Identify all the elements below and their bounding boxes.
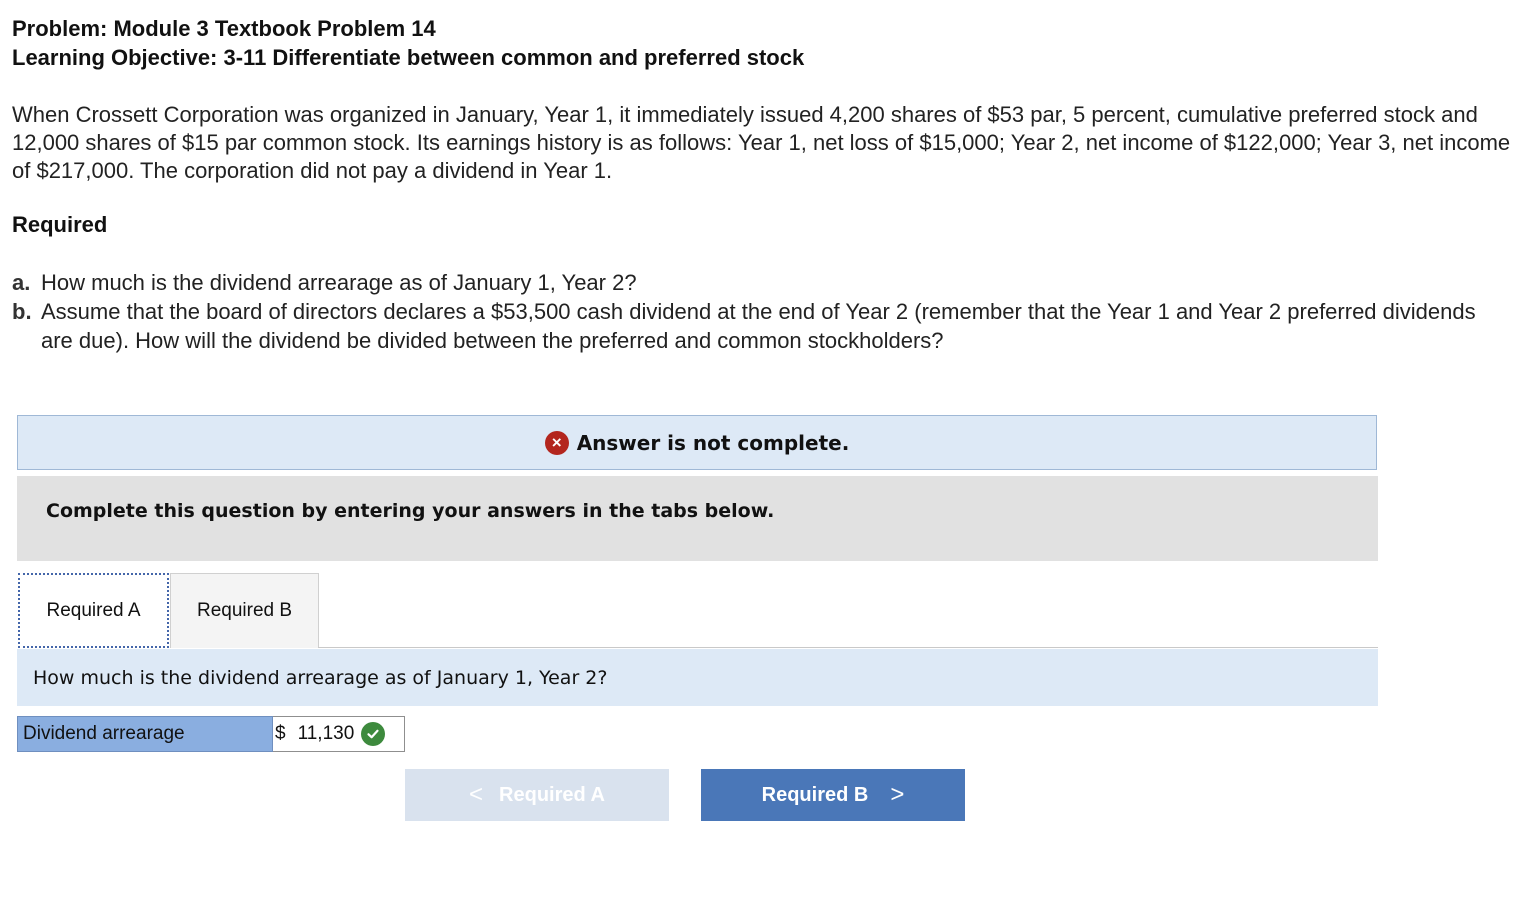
instructions-text: Complete this question by entering your …	[46, 500, 775, 522]
tab-label: Required A	[46, 599, 141, 621]
question-list: a. How much is the dividend arrearage as…	[12, 268, 1512, 355]
answer-status-bar: × Answer is not complete.	[17, 415, 1377, 470]
required-heading: Required	[12, 212, 108, 237]
next-button-label: Required B	[761, 783, 869, 806]
prev-required-a-button[interactable]: < Required A	[405, 769, 669, 821]
tab-question-band: How much is the dividend arrearage as of…	[17, 649, 1378, 706]
question-letter: b.	[12, 299, 32, 324]
question-b: b. Assume that the board of directors de…	[12, 297, 1512, 355]
problem-intro: When Crossett Corporation was organized …	[12, 102, 1511, 183]
answer-value: 11,130	[297, 723, 355, 744]
chevron-left-icon: <	[469, 781, 484, 808]
status-text: Answer is not complete.	[576, 430, 850, 455]
check-circle-icon	[361, 722, 386, 746]
question-text: Assume that the board of directors decla…	[41, 299, 1476, 353]
currency-symbol: $	[275, 723, 286, 744]
dividend-arrearage-label: Dividend arrearage	[17, 716, 273, 752]
tab-question-text: How much is the dividend arrearage as of…	[33, 666, 608, 689]
tab-divider	[318, 647, 1378, 648]
question-a: a. How much is the dividend arrearage as…	[12, 268, 1512, 297]
learning-objective: Learning Objective: 3-11 Differentiate b…	[12, 45, 805, 70]
question-letter: a.	[12, 270, 31, 295]
next-required-b-button[interactable]: Required B >	[701, 769, 965, 821]
x-circle-icon: ×	[544, 430, 569, 455]
tab-required-a[interactable]: Required A	[18, 573, 169, 648]
chevron-right-icon: >	[890, 781, 905, 808]
problem-header: Problem: Module 3 Textbook Problem 14 Le…	[12, 14, 804, 72]
prev-button-label: Required A	[499, 783, 605, 806]
question-text: How much is the dividend arrearage as of…	[41, 270, 637, 295]
problem-title: Problem: Module 3 Textbook Problem 14	[12, 16, 436, 41]
dividend-arrearage-input[interactable]: $ 11,130	[273, 716, 405, 752]
tab-required-b[interactable]: Required B	[170, 573, 319, 648]
instructions-box: Complete this question by entering your …	[17, 476, 1378, 561]
tab-label: Required B	[196, 600, 293, 621]
